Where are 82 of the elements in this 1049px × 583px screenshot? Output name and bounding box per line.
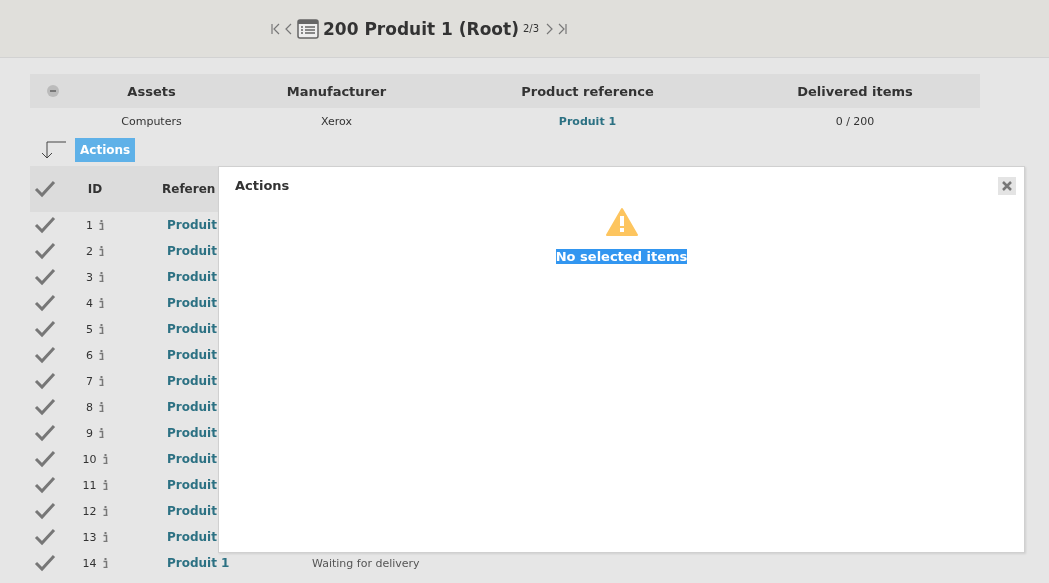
info-icon[interactable]	[102, 454, 108, 464]
info-icon[interactable]	[99, 298, 104, 308]
reference-link[interactable]: Produit	[167, 400, 217, 414]
id-cell: 13	[82, 530, 97, 544]
previous-icon[interactable]	[285, 22, 293, 35]
table-cell: Xerox	[321, 114, 352, 128]
id-cell: 12	[82, 504, 97, 518]
reference-link[interactable]: Produit	[167, 530, 217, 544]
table-cell: 0 / 200	[835, 114, 875, 128]
info-icon[interactable]	[99, 350, 104, 360]
dialog-title: Actions	[235, 178, 290, 193]
actions-button[interactable]: Actions	[75, 138, 136, 162]
checkmark-icon[interactable]	[34, 180, 56, 198]
checkmark-icon[interactable]	[34, 346, 56, 364]
reference-link[interactable]: Produit	[167, 452, 217, 466]
info-icon[interactable]	[99, 428, 104, 438]
info-icon[interactable]	[102, 558, 108, 568]
collapse-icon[interactable]	[46, 85, 59, 97]
id-cell: 2	[86, 244, 93, 258]
column-header: Manufacturer	[286, 83, 387, 99]
reference-link[interactable]: Produit	[167, 426, 217, 440]
checkmark-icon[interactable]	[34, 320, 56, 338]
info-icon[interactable]	[99, 272, 104, 282]
last-page-icon[interactable]	[557, 22, 568, 35]
info-icon[interactable]	[99, 220, 104, 230]
reference-link[interactable]: Produit	[167, 478, 217, 492]
reference-link[interactable]: Produit	[167, 296, 217, 310]
table-cell: Computers	[121, 114, 182, 128]
checkmark-icon[interactable]	[34, 424, 56, 442]
id-cell: 4	[86, 296, 93, 310]
reference-link[interactable]: Produit	[167, 504, 217, 518]
reference-link[interactable]: Produit	[167, 270, 217, 284]
checkmark-icon[interactable]	[34, 216, 56, 234]
id-cell: 9	[86, 426, 93, 440]
id-cell: 1	[86, 218, 93, 232]
checkmark-icon[interactable]	[34, 268, 56, 286]
reference-link[interactable]: Produit	[167, 244, 217, 258]
id-cell: 3	[86, 270, 93, 284]
checkmark-icon[interactable]	[34, 528, 56, 546]
checkmark-icon[interactable]	[34, 294, 56, 312]
id-cell: 6	[86, 348, 93, 362]
warning-icon	[605, 207, 638, 237]
id-cell: 10	[82, 452, 97, 466]
status-cell: Waiting for delivery	[312, 556, 420, 570]
info-icon[interactable]	[99, 402, 104, 412]
product-link[interactable]: Produit 1	[558, 114, 617, 128]
column-header: Delivered items	[797, 83, 913, 99]
info-icon[interactable]	[99, 324, 104, 334]
next-icon[interactable]	[545, 22, 554, 35]
column-header: Product reference	[521, 83, 654, 99]
id-cell: 7	[86, 374, 93, 388]
reference-link[interactable]: Produit	[167, 322, 217, 336]
checkmark-icon[interactable]	[34, 554, 56, 572]
reference-link[interactable]: Produit	[167, 348, 217, 362]
close-icon	[1002, 181, 1012, 191]
checkmark-icon[interactable]	[34, 242, 56, 260]
checkmark-icon[interactable]	[34, 398, 56, 416]
reference-link[interactable]: Produit	[167, 218, 217, 232]
info-icon[interactable]	[102, 532, 108, 542]
id-cell: 11	[82, 478, 97, 492]
page-title: 200 Produit 1 (Root)	[323, 18, 519, 39]
id-cell: 14	[82, 556, 97, 570]
checkmark-icon[interactable]	[34, 450, 56, 468]
id-cell: 8	[86, 400, 93, 414]
first-page-icon[interactable]	[271, 22, 281, 35]
info-icon[interactable]	[99, 376, 104, 386]
list-icon	[297, 18, 319, 39]
reference-link[interactable]: Produit 1	[167, 556, 230, 570]
info-icon[interactable]	[99, 246, 104, 256]
checkmark-icon[interactable]	[34, 476, 56, 494]
column-header: Referen	[162, 182, 216, 196]
checkmark-icon[interactable]	[34, 372, 56, 390]
page-position: 2/3	[522, 23, 540, 34]
column-header: Assets	[127, 83, 176, 99]
reference-link[interactable]: Produit	[167, 374, 217, 388]
id-cell: 5	[86, 322, 93, 336]
column-header: ID	[87, 182, 103, 196]
message: No selected items	[555, 249, 688, 264]
close-button[interactable]	[998, 177, 1016, 195]
info-icon[interactable]	[102, 480, 108, 490]
info-icon[interactable]	[102, 506, 108, 516]
checkmark-icon[interactable]	[34, 502, 56, 520]
